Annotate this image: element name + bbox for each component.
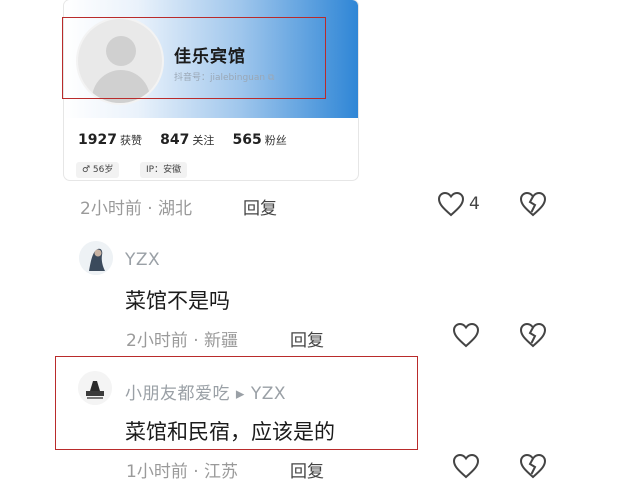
avatar[interactable] <box>79 241 113 275</box>
comment-3-meta: 1小时前 · 江苏 <box>126 462 239 482</box>
comment-2-text: 菜馆不是吗 <box>125 289 230 313</box>
avatar[interactable] <box>78 371 112 405</box>
stat-following-label: 关注 <box>192 134 215 147</box>
broken-heart-icon[interactable] <box>519 191 547 217</box>
heart-outline-icon[interactable] <box>437 191 465 217</box>
comment-1-like-count: 4 <box>469 194 480 214</box>
comment-2-reply-button[interactable]: 回复 <box>290 326 324 351</box>
comment-3-reply-button[interactable]: 回复 <box>290 457 324 482</box>
profile-stats: 1927 获赞 847 关注 565 粉丝 <box>78 132 301 148</box>
profile-id: 抖音号：jialebinguan ⧉ <box>174 70 274 83</box>
stat-likes-value: 1927 <box>78 132 117 148</box>
broken-heart-icon[interactable] <box>519 453 547 479</box>
comment-3-text: 菜馆和民宿，应该是的 <box>125 420 335 444</box>
profile-name: 佳乐宾馆 <box>174 47 246 67</box>
profile-card[interactable]: 佳乐宾馆 抖音号：jialebinguan ⧉ 1927 获赞 847 关注 565… <box>64 0 358 180</box>
age-tag: ♂ 56岁 <box>76 162 120 178</box>
heart-outline-icon[interactable] <box>452 322 480 348</box>
profile-id-text: 抖音号：jialebinguan <box>174 73 266 83</box>
stat-likes-label: 获赞 <box>119 134 142 147</box>
comment-3-username[interactable]: 小朋友都爱吃 ▸ YZX <box>125 379 286 404</box>
ip-tag: IP：安徽 <box>140 162 188 178</box>
comment-2-username[interactable]: YZX <box>125 250 160 270</box>
broken-heart-icon[interactable] <box>519 322 547 348</box>
stat-followers-value: 565 <box>232 132 262 148</box>
stat-followers-label: 粉丝 <box>264 134 287 147</box>
comment-2-meta: 2小时前 · 新疆 <box>126 331 239 351</box>
heart-outline-icon[interactable] <box>452 453 480 479</box>
comment-1-reply-button[interactable]: 回复 <box>243 194 277 219</box>
copy-icon[interactable]: ⧉ <box>268 73 274 83</box>
profile-avatar <box>76 17 164 105</box>
avatar-placeholder-head <box>106 36 136 66</box>
stat-following-value: 847 <box>160 132 190 148</box>
comment-1-meta: 2小时前 · 湖北 <box>80 199 193 219</box>
avatar-placeholder-body <box>92 70 150 103</box>
